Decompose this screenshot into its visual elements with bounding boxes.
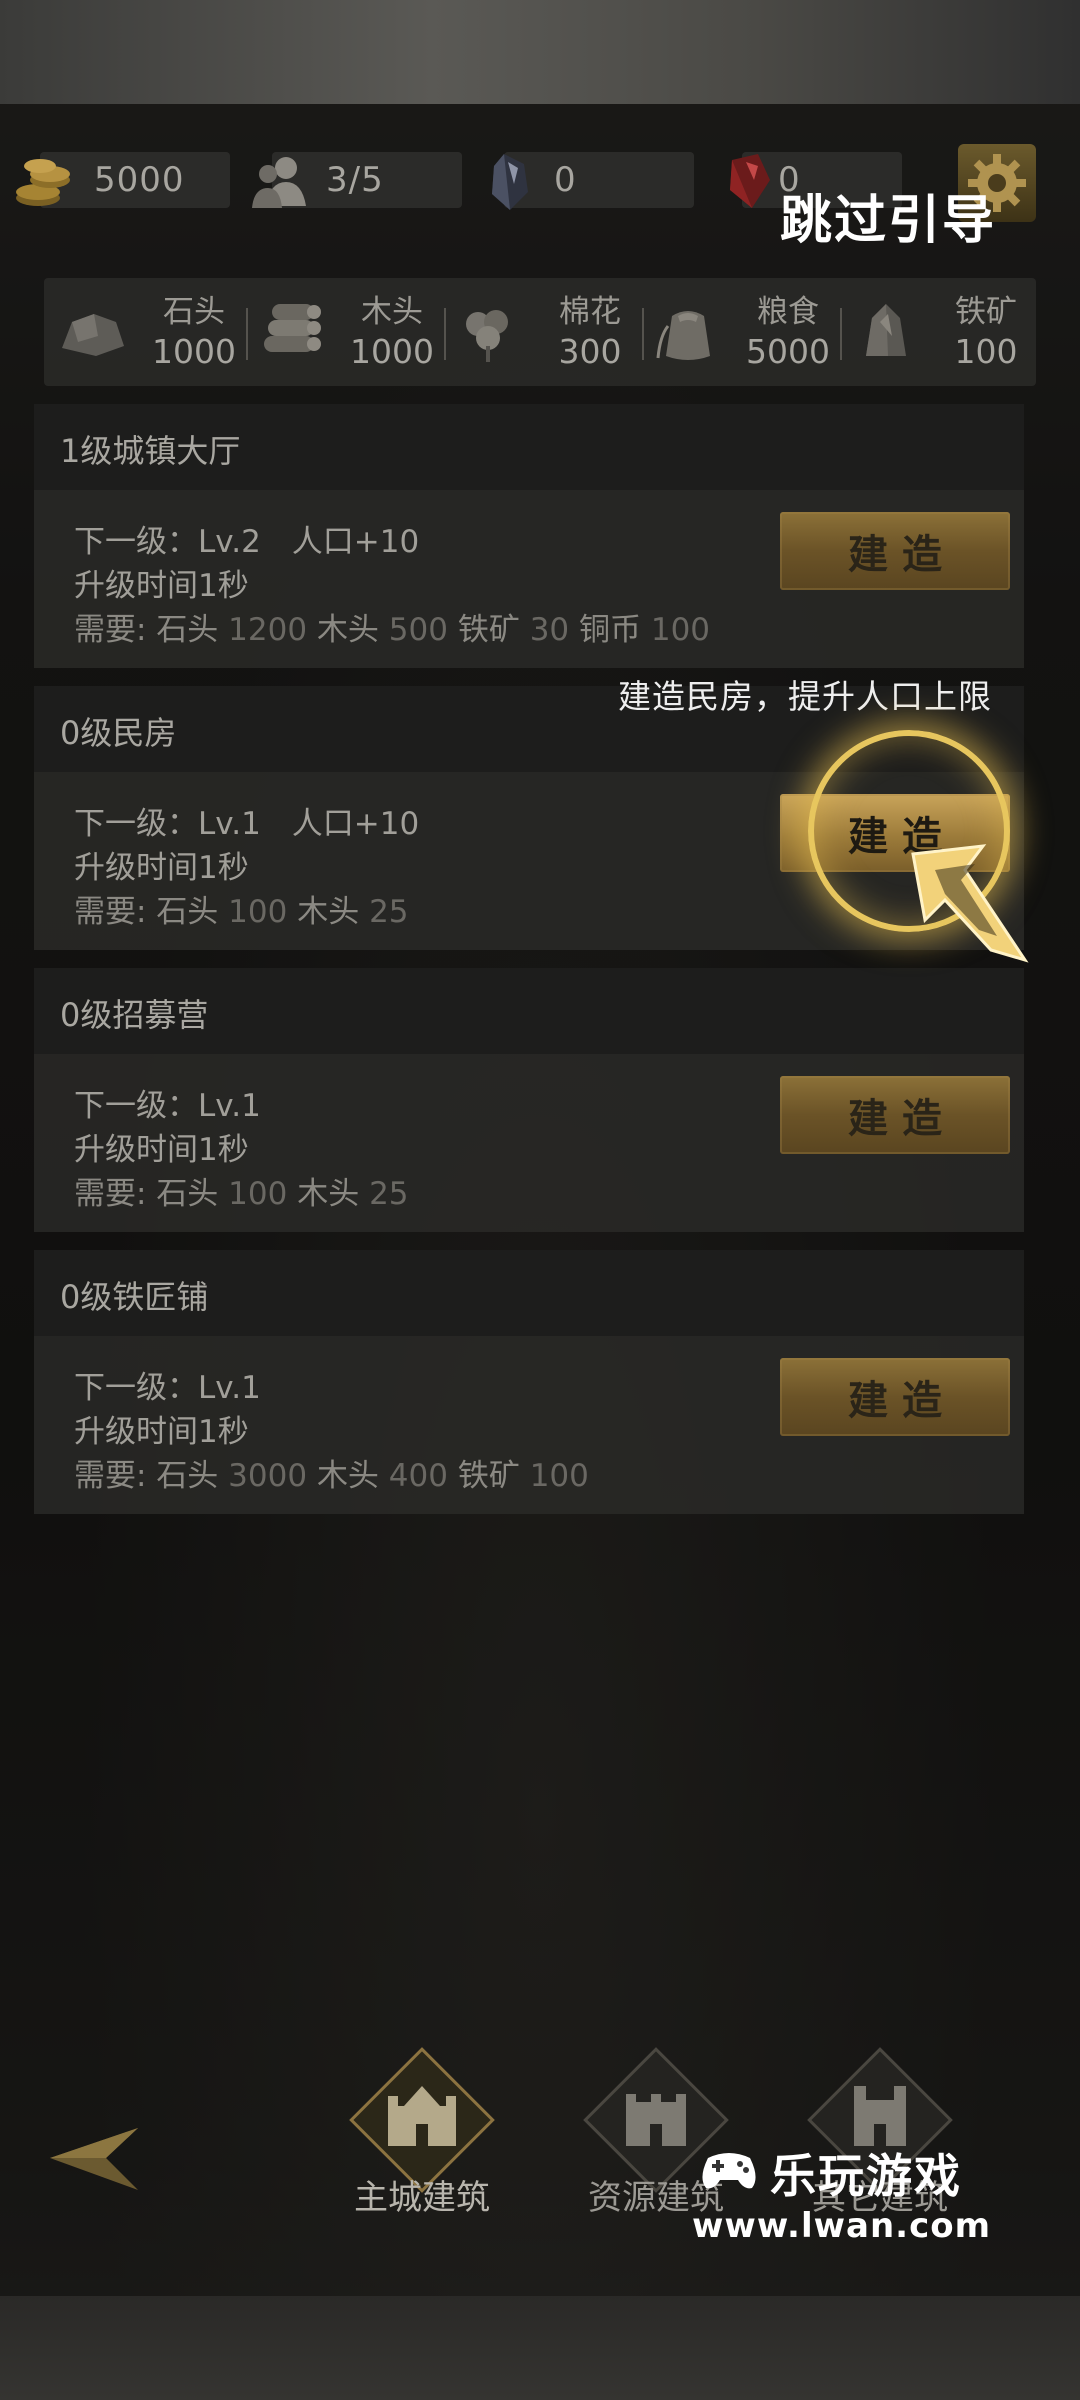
- building-title: 0级招募营: [60, 996, 209, 1034]
- card-header: 1级城镇大厅: [34, 404, 1024, 490]
- population-counter: 3/5: [242, 150, 464, 210]
- watermark-url: www.lwan.com: [692, 2206, 992, 2246]
- population-icon: [252, 157, 306, 208]
- resource-cotton: 棉花 300: [448, 278, 644, 386]
- top-background-strip: [0, 0, 1080, 104]
- next-level-text: 下一级：Lv.2 人口+10: [74, 524, 420, 560]
- stone-icon: [62, 314, 124, 356]
- card-body: 下一级：Lv.1 升级时间1秒 需要: 石头 3000 木头 400 铁矿 10…: [34, 1336, 1024, 1514]
- requirements-text: 需要: 石头 1200 木头 500 铁矿 30 铜币 100: [74, 612, 711, 648]
- next-level-text: 下一级：Lv.1: [74, 1088, 261, 1124]
- next-level-text: 下一级：Lv.1: [74, 1370, 261, 1406]
- guide-tooltip: 建造民房，提升人口上限: [618, 677, 992, 716]
- upgrade-time-text: 升级时间1秒: [74, 850, 249, 886]
- building-title: 0级民房: [60, 714, 177, 752]
- bottom-background-strip: [0, 2296, 1080, 2400]
- upgrade-time-text: 升级时间1秒: [74, 568, 249, 604]
- grain-icon: [656, 311, 710, 360]
- iron-ore-icon: [866, 304, 906, 356]
- resource-wood: 木头 1000: [250, 278, 446, 386]
- ruby-icon: [730, 154, 770, 208]
- requirements-text: 需要: 石头 100 木头 25: [74, 894, 409, 930]
- card-header: 0级铁匠铺: [34, 1250, 1024, 1336]
- watermark: 乐玩游戏 www.lwan.com: [692, 2140, 1022, 2260]
- building-title: 1级城镇大厅: [60, 432, 241, 470]
- requirements-text: 需要: 石头 100 木头 25: [74, 1176, 409, 1212]
- upgrade-time-text: 升级时间1秒: [74, 1414, 249, 1450]
- resource-grain: 粮食 5000: [646, 278, 842, 386]
- card-body: 下一级：Lv.2 人口+10 升级时间1秒 需要: 石头 1200 木头 500…: [34, 490, 1024, 668]
- gold-counter: 5000: [10, 150, 232, 210]
- skip-guide-button[interactable]: 跳过引导: [780, 178, 996, 253]
- requirements-text: 需要: 石头 3000 木头 400 铁矿 100: [74, 1458, 589, 1494]
- next-level-text: 下一级：Lv.1 人口+10: [74, 806, 420, 842]
- nav-label-main-city[interactable]: 主城建筑: [312, 2170, 532, 2219]
- gold-coins-icon: [16, 159, 70, 206]
- building-title: 0级铁匠铺: [60, 1278, 209, 1316]
- build-button[interactable]: 建造: [780, 1076, 1010, 1154]
- population-value: 3/5: [326, 160, 384, 200]
- fortress-icon: [626, 2094, 686, 2146]
- card-body: 下一级：Lv.1 升级时间1秒 需要: 石头 100 木头 25 建造: [34, 1054, 1024, 1232]
- cotton-icon: [466, 310, 508, 362]
- gamepad-icon: [702, 2153, 756, 2189]
- crystal-value: 0: [554, 160, 577, 200]
- watermark-title: 乐玩游戏: [770, 2149, 962, 2203]
- resource-bar: 石头 1000 木头 1000 棉花 300 粮食 5000 铁矿 100: [44, 278, 1036, 386]
- crystal-counter: 0: [474, 150, 696, 210]
- crystal-icon: [492, 154, 528, 210]
- gold-value: 5000: [94, 160, 185, 200]
- wood-icon: [264, 304, 321, 352]
- resource-iron-ore: 铁矿 100: [844, 278, 1040, 386]
- resource-stone: 石头 1000: [52, 278, 248, 386]
- build-button[interactable]: 建造: [780, 512, 1010, 590]
- back-arrow-icon[interactable]: [46, 2124, 144, 2194]
- upgrade-time-text: 升级时间1秒: [74, 1132, 249, 1168]
- build-button[interactable]: 建造: [780, 1358, 1010, 1436]
- card-header: 0级招募营: [34, 968, 1024, 1054]
- hand-pointer-icon: [911, 844, 1029, 963]
